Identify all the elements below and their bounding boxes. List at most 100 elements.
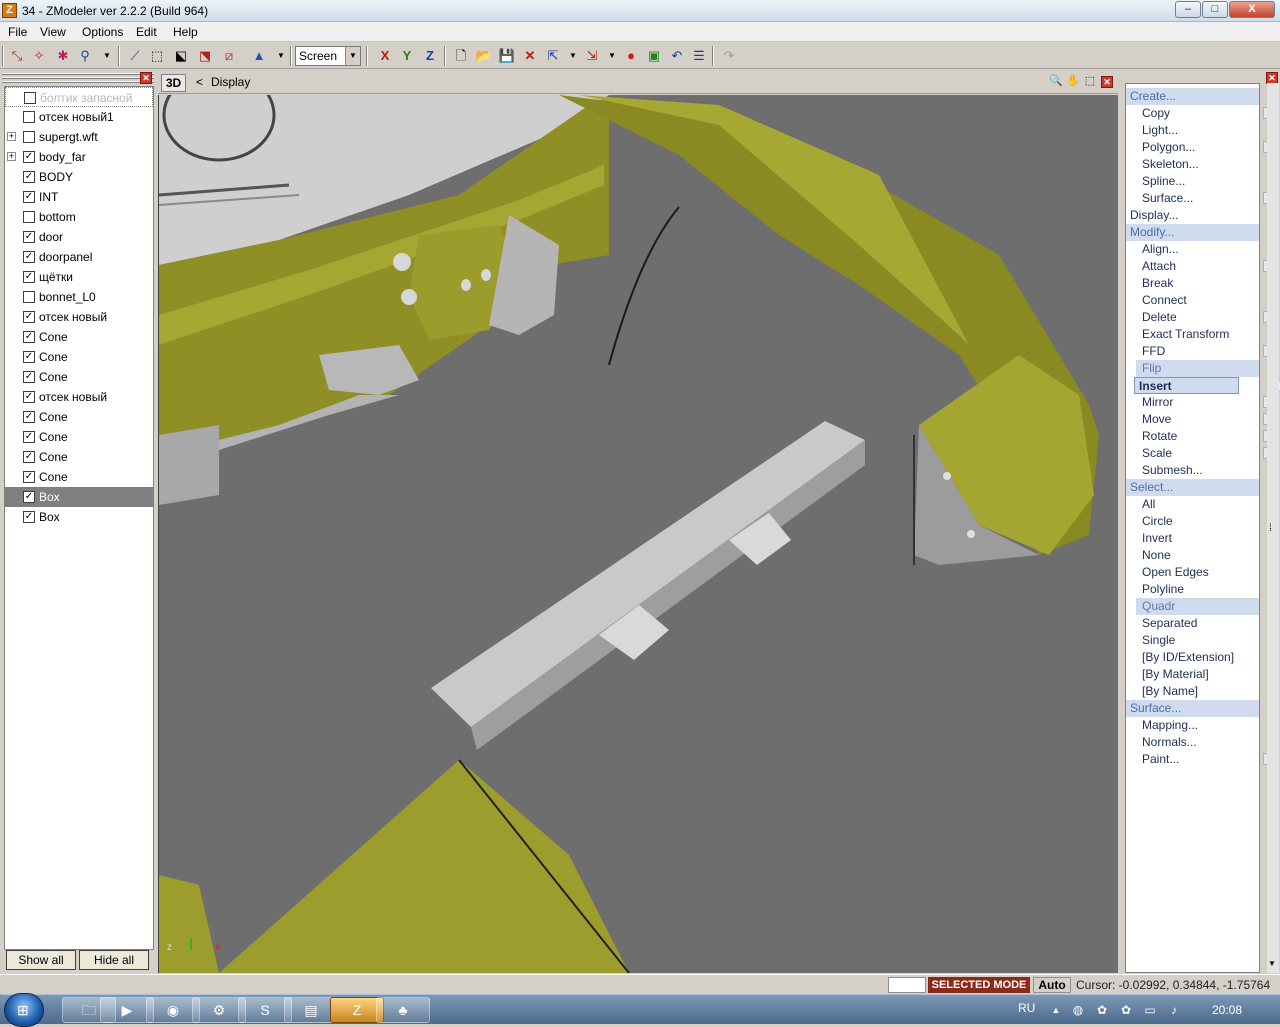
- tree-item[interactable]: ✓ INT: [5, 187, 153, 207]
- tray-info-icon[interactable]: ◍: [1070, 1002, 1086, 1018]
- command-none[interactable]: None: [1126, 547, 1259, 564]
- dropdown-arrow-icon[interactable]: ▼: [345, 47, 360, 65]
- keyboard-language[interactable]: RU: [1018, 1001, 1035, 1015]
- command-panel-scrollbar[interactable]: ⁞ ▼: [1267, 83, 1279, 973]
- visibility-checkbox[interactable]: ✓: [23, 491, 35, 503]
- close-viewport-icon[interactable]: ✕: [1101, 76, 1113, 88]
- command-circle[interactable]: Circle: [1126, 513, 1259, 530]
- menu-help[interactable]: Help: [173, 25, 198, 39]
- expand-icon[interactable]: +: [7, 132, 16, 141]
- command-align[interactable]: Align...: [1126, 241, 1259, 258]
- visibility-checkbox[interactable]: ✓: [23, 271, 35, 283]
- selected-mode-indicator[interactable]: SELECTED MODE: [928, 977, 1030, 993]
- close-panel-icon[interactable]: ✕: [140, 72, 152, 84]
- tree-item[interactable]: ✓ BODY: [5, 167, 153, 187]
- menu-edit[interactable]: Edit: [136, 25, 157, 39]
- command-create[interactable]: Create...: [1126, 88, 1259, 105]
- minimize-button[interactable]: –: [1175, 1, 1201, 18]
- command-normals[interactable]: Normals...: [1126, 734, 1259, 751]
- command-submesh[interactable]: Submesh...: [1126, 462, 1259, 479]
- visibility-checkbox[interactable]: ✓: [23, 191, 35, 203]
- tree-item[interactable]: ✓ щётки: [5, 267, 153, 287]
- command-copy[interactable]: Copy: [1126, 105, 1275, 122]
- material-mode-icon[interactable]: ⬔: [196, 47, 214, 65]
- pan-hand-icon[interactable]: ✋: [1065, 73, 1081, 89]
- command-open-edges[interactable]: Open Edges: [1126, 564, 1259, 581]
- command-light[interactable]: Light...: [1126, 122, 1259, 139]
- visibility-checkbox[interactable]: ✓: [23, 451, 35, 463]
- tree-item[interactable]: ✓ отсек новый: [5, 307, 153, 327]
- command-single[interactable]: Single: [1126, 632, 1259, 649]
- command-delete[interactable]: Delete: [1126, 309, 1275, 326]
- command-flip[interactable]: Flip: [1136, 360, 1259, 377]
- axis-z-toggle[interactable]: Z: [421, 47, 439, 65]
- command-by-material[interactable]: [By Material]: [1126, 666, 1259, 683]
- command-separated[interactable]: Separated: [1126, 615, 1259, 632]
- tray-volume-icon[interactable]: ♪: [1166, 1002, 1182, 1018]
- tree-item[interactable]: ✓ отсек новый: [5, 387, 153, 407]
- menu-view[interactable]: View: [40, 25, 66, 39]
- pose-icon[interactable]: ⚲: [76, 47, 94, 65]
- hide-all-button[interactable]: Hide all: [79, 950, 149, 970]
- render-icon[interactable]: ▣: [645, 47, 663, 65]
- command-display[interactable]: Display...: [1126, 207, 1259, 224]
- visibility-checkbox[interactable]: ✓: [23, 151, 35, 163]
- tree-item[interactable]: + supergt.wft: [5, 127, 153, 147]
- vertex-mode-icon[interactable]: ⟋: [126, 47, 144, 65]
- tree-item[interactable]: отсек новый1: [5, 107, 153, 127]
- tree-item[interactable]: ✓ Box: [5, 507, 153, 527]
- auto-mode-indicator[interactable]: Auto: [1033, 977, 1071, 993]
- record-icon[interactable]: ●: [622, 47, 640, 65]
- tree-item[interactable]: ✓ door: [5, 227, 153, 247]
- maximize-button[interactable]: □: [1202, 1, 1228, 18]
- tree-item[interactable]: ✓ Cone: [5, 427, 153, 447]
- command-rotate[interactable]: Rotate: [1126, 428, 1275, 445]
- command-paint[interactable]: Paint...: [1126, 751, 1275, 768]
- export-icon[interactable]: ⇲: [583, 47, 601, 65]
- taskbar-app-icon[interactable]: ♣: [376, 997, 430, 1023]
- command-connect[interactable]: Connect: [1126, 292, 1259, 309]
- delete-icon[interactable]: ✕: [521, 47, 539, 65]
- command-surface[interactable]: Surface...: [1126, 700, 1259, 717]
- visibility-checkbox[interactable]: ✓: [23, 471, 35, 483]
- tray-network-icon[interactable]: ▭: [1142, 1002, 1158, 1018]
- visibility-checkbox[interactable]: ✓: [23, 431, 35, 443]
- visibility-checkbox[interactable]: ✓: [23, 511, 35, 523]
- tree-item[interactable]: ✓ Cone: [5, 367, 153, 387]
- command-by-name[interactable]: [By Name]: [1126, 683, 1259, 700]
- command-mirror[interactable]: Mirror: [1126, 394, 1275, 411]
- visibility-checkbox[interactable]: ✓: [23, 311, 35, 323]
- visibility-checkbox[interactable]: ✓: [23, 331, 35, 343]
- tree-item[interactable]: ✓ Box: [5, 487, 153, 507]
- close-button[interactable]: X: [1229, 1, 1275, 18]
- tray-app-icon[interactable]: ✿: [1118, 1002, 1134, 1018]
- command-ffd[interactable]: FFD: [1126, 343, 1275, 360]
- taskbar-clock[interactable]: 20:08: [1212, 1003, 1242, 1017]
- tray-app-icon[interactable]: ✿: [1094, 1002, 1110, 1018]
- command-skeleton[interactable]: Skeleton...: [1126, 156, 1259, 173]
- maximize-viewport-icon[interactable]: ⬚: [1082, 73, 1098, 89]
- expand-icon[interactable]: +: [7, 152, 16, 161]
- axis-x-toggle[interactable]: X: [376, 47, 394, 65]
- scroll-down-icon[interactable]: ▼: [1268, 959, 1276, 968]
- visibility-checkbox[interactable]: [23, 291, 35, 303]
- open-folder-icon[interactable]: 📂: [475, 47, 493, 65]
- visibility-checkbox[interactable]: ✓: [23, 371, 35, 383]
- viewport-mode-3d[interactable]: 3D: [161, 74, 186, 92]
- command-break[interactable]: Break: [1126, 275, 1259, 292]
- command-surface[interactable]: Surface...: [1126, 190, 1275, 207]
- dropdown-arrow-icon[interactable]: ▼: [603, 47, 621, 65]
- tree-item[interactable]: ✓ Cone: [5, 447, 153, 467]
- visibility-checkbox[interactable]: [23, 131, 35, 143]
- command-by-id-extension[interactable]: [By ID/Extension]: [1126, 649, 1259, 666]
- import-icon[interactable]: ⇱: [544, 47, 562, 65]
- select-icon[interactable]: ⤡: [8, 47, 26, 65]
- visibility-checkbox[interactable]: ✓: [23, 171, 35, 183]
- command-mapping[interactable]: Mapping...: [1126, 717, 1259, 734]
- tree-item[interactable]: bottom: [5, 207, 153, 227]
- show-all-button[interactable]: Show all: [6, 950, 76, 970]
- tree-item[interactable]: ✓ Cone: [5, 467, 153, 487]
- 3d-viewport[interactable]: z x: [158, 95, 1118, 973]
- command-modify[interactable]: Modify...: [1126, 224, 1259, 241]
- tree-item[interactable]: ✓ Cone: [5, 327, 153, 347]
